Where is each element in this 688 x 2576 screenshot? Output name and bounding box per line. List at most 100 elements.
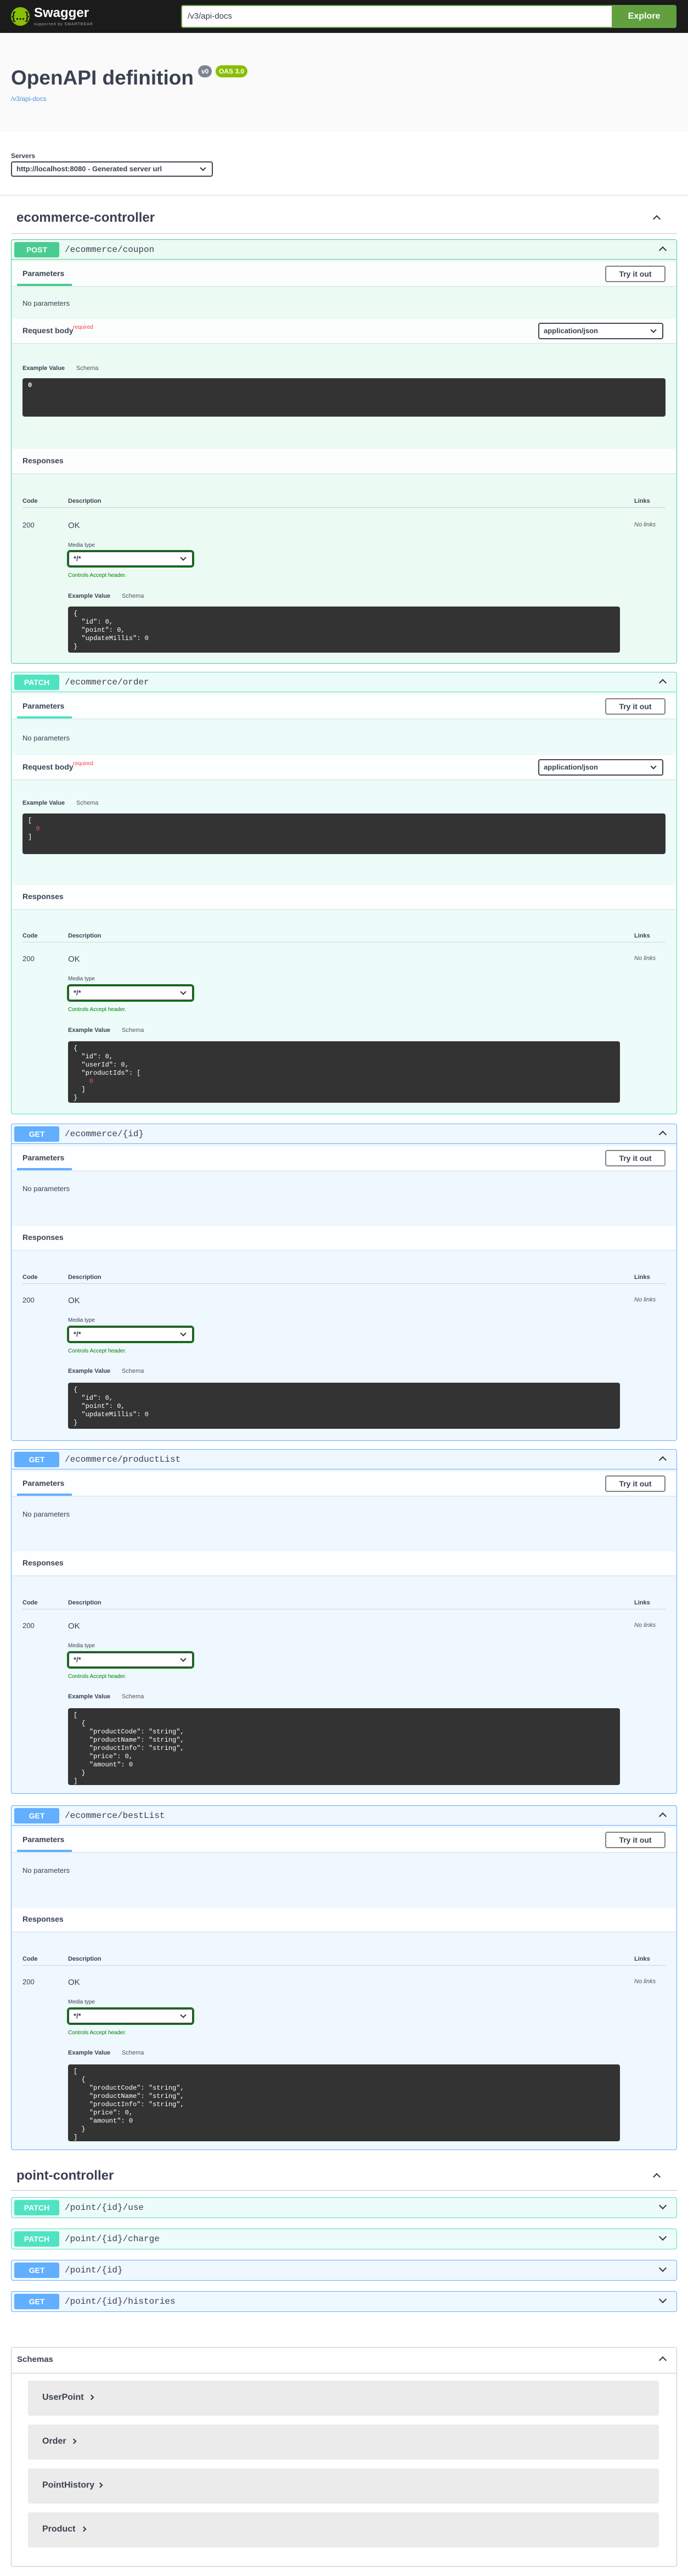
no-links: No links — [634, 1978, 656, 1985]
example-value-tab[interactable]: Example Value — [68, 1027, 110, 1034]
example-value-tab[interactable]: Example Value — [68, 1368, 110, 1374]
no-parameters: No parameters — [22, 1866, 70, 1875]
chevron-down-icon — [180, 1655, 187, 1662]
response-code: 200 — [22, 521, 35, 529]
responses-bar: Responses — [12, 885, 676, 909]
parameters-tab[interactable]: Parameters — [22, 1153, 64, 1162]
parameters-tab[interactable]: Parameters — [22, 1835, 64, 1844]
schema-tab[interactable]: Schema — [76, 365, 98, 372]
divider — [22, 1283, 666, 1284]
code-line: { — [74, 1720, 86, 1727]
code-header: Code — [22, 498, 38, 504]
media-type-label: Media type — [68, 976, 95, 982]
schema-tab[interactable]: Schema — [122, 593, 144, 599]
code-line: "id": 0, — [74, 1053, 114, 1060]
schemas-title[interactable]: Schemas — [17, 2355, 53, 2364]
collapse-icon[interactable] — [658, 246, 667, 255]
collapse-icon[interactable] — [658, 1130, 667, 1139]
example-value-tab[interactable]: Example Value — [22, 800, 65, 806]
tag-title[interactable]: ecommerce-controller — [16, 210, 155, 226]
collapse-icon[interactable] — [658, 2356, 667, 2365]
operation-header[interactable]: GET /point/{id}/histories — [12, 2292, 676, 2311]
parameters-tab[interactable]: Parameters — [22, 269, 64, 278]
example-value-tab[interactable]: Example Value — [68, 1693, 110, 1700]
request-example: 0 — [22, 378, 666, 417]
operation-header[interactable]: GET /ecommerce/{id} — [12, 1124, 676, 1144]
expand-icon[interactable] — [658, 2264, 667, 2272]
divider — [22, 507, 666, 508]
operation-header[interactable]: GET /ecommerce/productList — [12, 1450, 676, 1469]
content-type-value: application/json — [544, 763, 598, 771]
operation-header[interactable]: GET /ecommerce/bestList — [12, 1806, 676, 1826]
servers-select[interactable]: http://localhost:8080 - Generated server… — [11, 161, 213, 177]
schemas-section: Schemas UserPoint Order PointHistory Pro… — [11, 2347, 677, 2567]
response-code: 200 — [22, 1978, 35, 1986]
operation-header[interactable]: PATCH /point/{id}/charge — [12, 2229, 676, 2249]
media-type-select[interactable]: */* — [67, 2007, 194, 2025]
collapse-icon[interactable] — [652, 215, 661, 223]
try-it-out-button[interactable]: Try it out — [605, 1150, 666, 1166]
schema-item[interactable]: Product — [28, 2512, 659, 2547]
parameters-tab[interactable]: Parameters — [22, 1479, 64, 1488]
schema-item[interactable]: PointHistory — [28, 2468, 659, 2504]
method-badge: GET — [14, 1126, 59, 1142]
expand-icon[interactable] — [658, 2295, 667, 2304]
operation-header[interactable]: PATCH /ecommerce/order — [12, 672, 676, 692]
responses-bar: Responses — [12, 1226, 676, 1250]
schema-tab[interactable]: Schema — [122, 1027, 144, 1034]
schema-tab[interactable]: Schema — [122, 1368, 144, 1374]
operation-header[interactable]: GET /point/{id} — [12, 2260, 676, 2280]
code-header: Code — [22, 933, 38, 939]
required-marker: required — [73, 761, 93, 767]
explore-button[interactable]: Explore — [612, 5, 676, 28]
tag-title[interactable]: point-controller — [16, 2168, 114, 2184]
code-line: 0 — [28, 825, 40, 833]
media-type-select[interactable]: */* — [67, 1326, 194, 1343]
collapse-icon[interactable] — [658, 1456, 667, 1464]
collapse-icon[interactable] — [652, 2173, 661, 2181]
try-it-out-button[interactable]: Try it out — [605, 1832, 666, 1848]
try-it-out-button[interactable]: Try it out — [605, 266, 666, 282]
media-type-select[interactable]: */* — [67, 1651, 194, 1669]
method-badge: PATCH — [14, 2200, 59, 2215]
tab-underline — [17, 1850, 72, 1852]
description-header: Description — [68, 1274, 101, 1281]
collapse-icon[interactable] — [658, 678, 667, 687]
schema-tab[interactable]: Schema — [122, 2050, 144, 2056]
parameters-tab[interactable]: Parameters — [22, 701, 64, 710]
schema-tab[interactable]: Schema — [122, 1693, 144, 1700]
collapse-icon[interactable] — [658, 1812, 667, 1821]
code-line: 0 — [74, 1077, 94, 1085]
expand-icon[interactable] — [658, 2232, 667, 2241]
operation-get-point-histories: GET /point/{id}/histories — [11, 2291, 677, 2312]
schema-item[interactable]: Order — [28, 2425, 659, 2460]
divider — [11, 233, 677, 234]
content-type-select[interactable]: application/json — [538, 759, 663, 776]
operation-header[interactable]: PATCH /point/{id}/use — [12, 2198, 676, 2218]
try-it-out-button[interactable]: Try it out — [605, 1475, 666, 1492]
schema-item[interactable]: UserPoint — [28, 2381, 659, 2416]
method-badge: GET — [14, 2263, 59, 2278]
expand-icon[interactable] — [658, 2201, 667, 2210]
chevron-right-icon — [88, 2394, 94, 2400]
schema-tab[interactable]: Schema — [76, 800, 98, 806]
operation-header[interactable]: POST /ecommerce/coupon — [12, 240, 676, 260]
chevron-right-icon — [71, 2438, 77, 2444]
media-type-select[interactable]: */* — [67, 550, 194, 568]
code-line: [ — [74, 2068, 78, 2075]
operation-get-point-id: GET /point/{id} — [11, 2260, 677, 2281]
content-type-select[interactable]: application/json — [538, 323, 663, 339]
swagger-logo-icon[interactable]: {...} — [11, 7, 30, 26]
url-input[interactable]: /v3/api-docs — [181, 5, 612, 28]
responses-bar: Responses — [12, 449, 676, 473]
divider — [11, 2190, 677, 2191]
example-value-tab[interactable]: Example Value — [68, 593, 110, 599]
example-value-tab[interactable]: Example Value — [68, 2050, 110, 2056]
media-type-select[interactable]: */* — [67, 984, 194, 1002]
try-it-out-button[interactable]: Try it out — [605, 698, 666, 715]
links-header: Links — [634, 1956, 650, 1962]
api-docs-link[interactable]: /v3/api-docs — [11, 95, 47, 103]
example-value-tab[interactable]: Example Value — [22, 365, 65, 372]
operation-patch-point-use: PATCH /point/{id}/use — [11, 2197, 677, 2218]
responses-title: Responses — [22, 1915, 64, 1923]
